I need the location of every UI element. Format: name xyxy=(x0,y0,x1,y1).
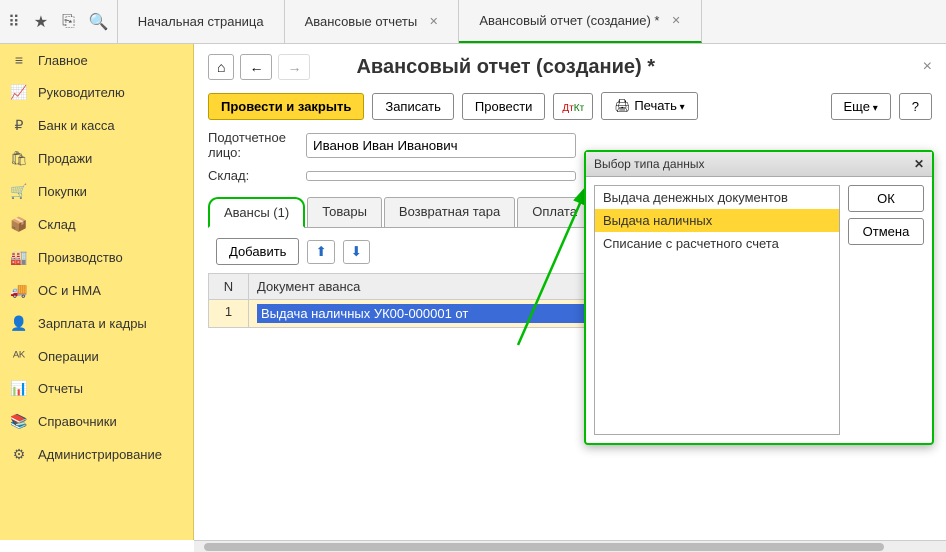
type-dialog: Выбор типа данных ✕ Выдача денежных доку… xyxy=(584,150,934,445)
dtkt-icon: ᴬᴷ xyxy=(10,348,28,364)
option-2[interactable]: Выдача наличных xyxy=(595,209,839,232)
ruble-icon: ₽ xyxy=(10,117,28,134)
sidebar-item-assets[interactable]: 🚚 ОС и НМА xyxy=(0,274,193,307)
add-button[interactable]: Добавить xyxy=(216,238,299,265)
post-button[interactable]: Провести xyxy=(462,93,546,120)
books-icon: 📚 xyxy=(10,413,28,430)
person-icon: 👤 xyxy=(10,315,28,332)
chart-icon: 📈 xyxy=(10,84,28,101)
option-1[interactable]: Выдача денежных документов xyxy=(595,186,839,209)
sidebar-item-label: Операции xyxy=(38,349,99,364)
warehouse-input[interactable] xyxy=(306,171,576,181)
menu-icon: ≡ xyxy=(10,52,28,68)
sidebar-item-bank[interactable]: ₽ Банк и касса xyxy=(0,109,193,142)
sidebar-item-admin[interactable]: ⚙ Администрирование xyxy=(0,438,193,471)
box-icon: 📦 xyxy=(10,216,28,233)
sidebar-item-label: Склад xyxy=(38,217,76,232)
sidebar-item-label: Банк и касса xyxy=(38,118,115,133)
forward-button[interactable]: → xyxy=(278,54,310,80)
scrollbar-thumb[interactable] xyxy=(204,543,884,551)
sidebar-item-label: Зарплата и кадры xyxy=(38,316,147,331)
sidebar-item-purchases[interactable]: 🛒 Покупки xyxy=(0,175,193,208)
dialog-close-button[interactable]: ✕ xyxy=(914,157,924,171)
search-icon[interactable]: 🔍 xyxy=(89,12,109,32)
cancel-button[interactable]: Отмена xyxy=(848,218,924,245)
tab-reports-label: Авансовые отчеты xyxy=(305,14,418,29)
toolbar-icons: ⠿ ★ ⎘ 🔍 xyxy=(0,0,118,43)
tab-returns[interactable]: Возвратная тара xyxy=(384,197,515,227)
tab-create-label: Авансовый отчет (создание) * xyxy=(479,13,659,28)
cell-n: 1 xyxy=(209,300,249,327)
sidebar: ≡ Главное 📈 Руководителю ₽ Банк и касса 🛍 Пр… xyxy=(0,44,194,540)
dialog-body: Выдача денежных документов Выдача наличн… xyxy=(586,177,932,443)
tab-home-label: Начальная страница xyxy=(138,14,264,29)
tab-goods[interactable]: Товары xyxy=(307,197,382,227)
tab-home[interactable]: Начальная страница xyxy=(118,0,285,43)
sidebar-item-label: Руководителю xyxy=(38,85,125,100)
dialog-buttons: ОК Отмена xyxy=(848,185,924,435)
sidebar-item-manager[interactable]: 📈 Руководителю xyxy=(0,76,193,109)
tab-create[interactable]: Авансовый отчет (создание) * ✕ xyxy=(459,0,701,43)
sidebar-item-label: Администрирование xyxy=(38,447,162,462)
movements-button[interactable]: ДтКт xyxy=(553,93,593,120)
dialog-title-text: Выбор типа данных xyxy=(594,157,704,171)
sidebar-item-label: Производство xyxy=(38,250,123,265)
home-button[interactable]: ⌂ xyxy=(208,54,234,80)
back-button[interactable]: ← xyxy=(240,54,272,80)
truck-icon: 🚚 xyxy=(10,282,28,299)
close-icon[interactable]: ✕ xyxy=(672,14,681,27)
option-list[interactable]: Выдача денежных документов Выдача наличн… xyxy=(594,185,840,435)
sidebar-item-production[interactable]: 🏭 Производство xyxy=(0,241,193,274)
save-button[interactable]: Записать xyxy=(372,93,454,120)
horizontal-scrollbar[interactable] xyxy=(194,540,946,552)
move-down-button[interactable]: ⬇ xyxy=(343,240,370,264)
person-label: Подотчетное лицо: xyxy=(208,130,298,160)
sidebar-item-label: Справочники xyxy=(38,414,117,429)
bag-icon: 🛍 xyxy=(10,150,28,167)
sidebar-item-label: Покупки xyxy=(38,184,87,199)
col-n[interactable]: N xyxy=(209,274,249,299)
sidebar-item-sales[interactable]: 🛍 Продажи xyxy=(0,142,193,175)
print-button[interactable]: 🖨 Печать xyxy=(601,92,698,120)
dialog-titlebar[interactable]: Выбор типа данных ✕ xyxy=(586,152,932,177)
report-icon: 📊 xyxy=(10,380,28,397)
help-button[interactable]: ? xyxy=(899,93,932,120)
sidebar-item-catalogs[interactable]: 📚 Справочники xyxy=(0,405,193,438)
sidebar-item-label: Главное xyxy=(38,53,88,68)
more-button[interactable]: Еще xyxy=(831,93,891,120)
warehouse-label: Склад: xyxy=(208,168,298,183)
gear-icon: ⚙ xyxy=(10,446,28,463)
option-3[interactable]: Списание с расчетного счета xyxy=(595,232,839,255)
cart-icon: 🛒 xyxy=(10,183,28,200)
tab-advances[interactable]: Авансы (1) xyxy=(208,197,305,228)
close-icon[interactable]: ✕ xyxy=(429,15,438,28)
ok-button[interactable]: ОК xyxy=(848,185,924,212)
clipboard-icon[interactable]: ⎘ xyxy=(62,13,75,31)
star-icon[interactable]: ★ xyxy=(34,12,48,32)
sidebar-item-warehouse[interactable]: 📦 Склад xyxy=(0,208,193,241)
tab-reports[interactable]: Авансовые отчеты ✕ xyxy=(285,0,460,43)
close-page-button[interactable]: × xyxy=(923,58,932,76)
nav-row: ⌂ ← → Авансовый отчет (создание) * × xyxy=(208,54,932,80)
factory-icon: 🏭 xyxy=(10,249,28,266)
sidebar-item-label: Отчеты xyxy=(38,381,83,396)
tab-payment[interactable]: Оплата xyxy=(517,197,592,227)
sidebar-item-main[interactable]: ≡ Главное xyxy=(0,44,193,76)
apps-icon[interactable]: ⠿ xyxy=(8,12,20,32)
action-row: Провести и закрыть Записать Провести ДтК… xyxy=(208,92,932,120)
sidebar-item-reports[interactable]: 📊 Отчеты xyxy=(0,372,193,405)
person-input[interactable]: Иванов Иван Иванович xyxy=(306,133,576,158)
sidebar-item-hr[interactable]: 👤 Зарплата и кадры xyxy=(0,307,193,340)
post-close-button[interactable]: Провести и закрыть xyxy=(208,93,364,120)
sidebar-item-label: Продажи xyxy=(38,151,92,166)
sidebar-item-label: ОС и НМА xyxy=(38,283,101,298)
move-up-button[interactable]: ⬆ xyxy=(307,240,334,264)
top-tabs: Начальная страница Авансовые отчеты ✕ Ава… xyxy=(118,0,702,43)
top-toolbar: ⠿ ★ ⎘ 🔍 Начальная страница Авансовые отч… xyxy=(0,0,946,44)
sidebar-item-operations[interactable]: ᴬᴷ Операции xyxy=(0,340,193,372)
page-title: Авансовый отчет (создание) * xyxy=(356,56,655,79)
